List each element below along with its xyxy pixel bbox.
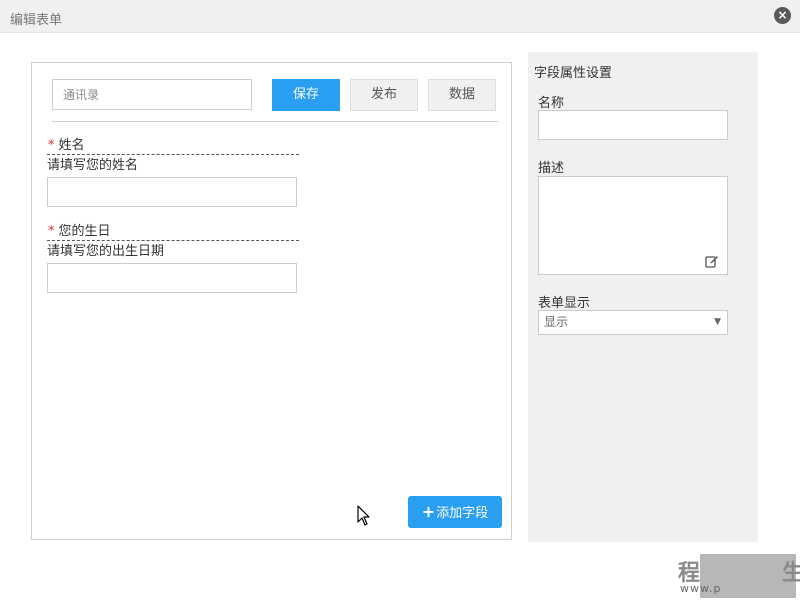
publish-button[interactable]: 发布 (350, 79, 418, 111)
data-button[interactable]: 数据 (428, 79, 496, 111)
form-field-name[interactable]: * 姓名 请填写您的姓名 (47, 137, 299, 207)
watermark-url: www.p (680, 582, 722, 595)
add-field-label: 添加字段 (436, 506, 489, 521)
field-description: 请填写您的出生日期 (47, 244, 165, 259)
field-description: 请填写您的姓名 (47, 158, 139, 173)
property-description-label: 描述 (538, 161, 565, 176)
chevron-down-icon: ▼ (714, 317, 721, 327)
property-name-input[interactable] (538, 110, 728, 140)
required-mark: * (48, 138, 55, 153)
form-name-input[interactable] (52, 79, 252, 110)
property-description-textarea[interactable] (538, 176, 728, 275)
field-properties-panel: 字段属性设置 名称 描述 表单显示 显示 ▼ (528, 52, 758, 542)
mouse-cursor-icon (357, 505, 370, 526)
plus-icon: + (421, 502, 436, 521)
add-field-button[interactable]: +添加字段 (408, 496, 502, 528)
window-titlebar: 编辑表单 × (0, 0, 800, 33)
property-name-label: 名称 (538, 96, 565, 111)
close-button[interactable]: × (774, 7, 791, 24)
required-mark: * (48, 224, 55, 239)
field-label: * 姓名 (47, 137, 299, 155)
property-display-select[interactable]: 显示 ▼ (538, 310, 728, 335)
name-input[interactable] (47, 177, 297, 207)
display-select-value: 显示 (544, 315, 569, 329)
field-label-text: 姓名 (58, 138, 85, 153)
field-label-text: 您的生日 (58, 224, 111, 239)
close-icon: × (777, 8, 788, 22)
watermark: 程 生 www.p (662, 552, 800, 600)
edit-icon[interactable] (705, 254, 719, 268)
window-title: 编辑表单 (10, 13, 63, 28)
watermark-char-right: 生 (782, 561, 800, 586)
save-button[interactable]: 保存 (272, 79, 340, 111)
form-editor-panel: 保存 发布 数据 *姓名 请填写您的姓名 *您的生日 请填写您的出生日期 +添加… (31, 62, 512, 540)
birthday-input[interactable] (47, 263, 297, 293)
toolbar-divider (52, 121, 498, 122)
field-label: * 您的生日 (47, 223, 299, 241)
properties-title: 字段属性设置 (534, 66, 613, 81)
property-display-label: 表单显示 (538, 296, 591, 311)
form-field-birthday[interactable]: * 您的生日 请填写您的出生日期 (47, 223, 299, 293)
